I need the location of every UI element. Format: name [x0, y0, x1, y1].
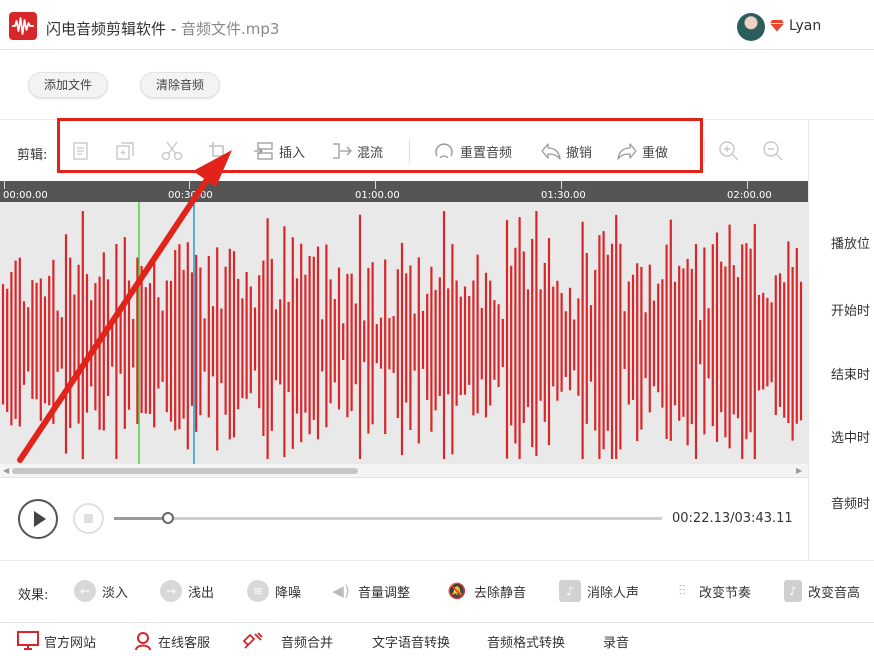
play-position-label: 播放位 — [831, 237, 871, 252]
app-title: 闪电音频剪辑软件 - — [46, 20, 181, 38]
waveform — [1, 202, 803, 464]
zoom-in-icon — [719, 141, 739, 161]
ruler-tick — [747, 181, 748, 189]
ruler-tick — [4, 181, 5, 189]
edit-label: 剪辑: — [17, 148, 48, 163]
format-convert-link[interactable]: 音频格式转换 — [487, 631, 565, 651]
selected-time-label: 选中时 — [831, 431, 871, 446]
fade-in-icon: ← — [74, 580, 96, 602]
official-website-label: 官方网站 — [44, 635, 97, 651]
zoom-in-button[interactable] — [718, 138, 740, 164]
format-convert-label: 音频格式转换 — [487, 635, 566, 651]
official-website-link[interactable]: 官方网站 — [17, 631, 96, 651]
ruler-tick — [189, 181, 190, 189]
zoom-out-icon — [763, 141, 783, 161]
vocals-icon: ♪ — [559, 580, 581, 602]
stop-button[interactable] — [73, 503, 104, 534]
title-bar: 闪电音频剪辑软件 - 音频文件.mp3 Lyan — [0, 0, 874, 50]
pitch-icon: ♪ — [784, 580, 802, 602]
merge-icon — [242, 632, 263, 649]
speaker-icon: ◀) — [332, 582, 350, 600]
tempo-sliders-icon: ⫶⫶ — [678, 583, 686, 599]
fade-in-label: 淡入 — [102, 585, 129, 601]
denoise-button[interactable]: ≋ 降噪 — [247, 578, 301, 604]
playback-progress-track[interactable] — [114, 517, 662, 520]
fade-out-label: 浅出 — [188, 585, 215, 601]
denoise-icon: ≋ — [247, 580, 269, 602]
record-link[interactable]: 录音 — [603, 631, 629, 651]
vip-diamond-icon — [770, 20, 784, 32]
monitor-icon — [17, 631, 39, 650]
change-pitch-button[interactable]: ♪ 改变音高 — [784, 578, 860, 604]
remove-vocals-label: 消除人声 — [587, 585, 640, 601]
change-pitch-label: 改变音高 — [808, 585, 861, 601]
add-file-button[interactable]: 添加文件 — [28, 72, 109, 98]
ruler-tick — [561, 181, 562, 189]
scroll-right-icon[interactable]: ▶ — [796, 466, 802, 475]
volume-label: 音量调整 — [358, 585, 411, 601]
play-button[interactable] — [18, 499, 58, 539]
denoise-label: 降噪 — [275, 585, 302, 601]
text-to-speech-link[interactable]: 文字语音转换 — [372, 631, 450, 651]
ruler-label: 01:30.00 — [541, 190, 586, 201]
playback-progress-fill — [114, 517, 169, 520]
effects-label: 效果: — [18, 588, 49, 603]
zoom-out-button[interactable] — [762, 138, 784, 164]
app-window: 闪电音频剪辑软件 - 音频文件.mp3 Lyan 添加文件 清除音频 剪辑: 插… — [0, 0, 874, 656]
file-name: 音频文件.mp3 — [180, 20, 280, 38]
record-label: 录音 — [603, 635, 630, 651]
text-to-speech-label: 文字语音转换 — [372, 635, 451, 651]
start-time-label: 开始时 — [831, 304, 871, 319]
window-title: 闪电音频剪辑软件 - 音频文件.mp3 — [46, 18, 279, 39]
volume-button[interactable]: ◀) 音量调整 — [330, 578, 410, 604]
remove-vocals-button[interactable]: ♪ 消除人声 — [559, 578, 639, 604]
ruler-label: 00:00.00 — [3, 190, 48, 201]
toolbar-highlight-box — [57, 118, 703, 173]
online-support-label: 在线客服 — [158, 635, 211, 651]
ruler-label: 02:00.00 — [727, 190, 772, 201]
audio-merge-label: 音频合并 — [281, 635, 334, 651]
ruler-label: 00:30.00 — [168, 190, 213, 201]
username[interactable]: Lyan — [789, 18, 821, 34]
fade-out-button[interactable]: → 浅出 — [160, 578, 214, 604]
fade-in-button[interactable]: ← 淡入 — [74, 578, 128, 604]
ruler-tick — [375, 181, 376, 189]
online-support-link[interactable]: 在线客服 — [133, 631, 210, 651]
scrollbar-thumb[interactable] — [12, 468, 358, 474]
timeline-ruler[interactable]: 00:00.00 00:30.00 01:00.00 01:30.00 02:0… — [0, 181, 808, 202]
change-tempo-button[interactable]: ⫶⫶ 改变节奏 — [671, 578, 752, 604]
end-time-label: 结束时 — [831, 368, 871, 383]
headset-icon — [135, 632, 151, 651]
toolbar-divider — [704, 139, 705, 163]
ruler-label: 01:00.00 — [355, 190, 400, 201]
clear-audio-button[interactable]: 清除音频 — [140, 72, 221, 98]
app-logo-icon — [9, 12, 37, 40]
change-tempo-label: 改变节奏 — [699, 585, 752, 601]
waveform-scrollbar[interactable]: ◀ ▶ — [0, 464, 808, 478]
playback-time: 00:22.13/03:43.11 — [672, 511, 793, 526]
waveform-area[interactable] — [0, 202, 808, 464]
audio-duration-label: 音频时 — [831, 497, 871, 512]
avatar[interactable] — [737, 13, 765, 41]
audio-merge-link[interactable]: 音频合并 — [242, 631, 333, 651]
remove-silence-button[interactable]: 🔕 去除静音 — [446, 578, 526, 604]
mute-icon: 🔕 — [447, 582, 467, 600]
fade-out-icon: → — [160, 580, 182, 602]
divider — [0, 560, 874, 561]
scroll-left-icon[interactable]: ◀ — [3, 466, 9, 475]
playback-progress-knob[interactable] — [162, 512, 175, 524]
remove-silence-label: 去除静音 — [474, 585, 527, 601]
